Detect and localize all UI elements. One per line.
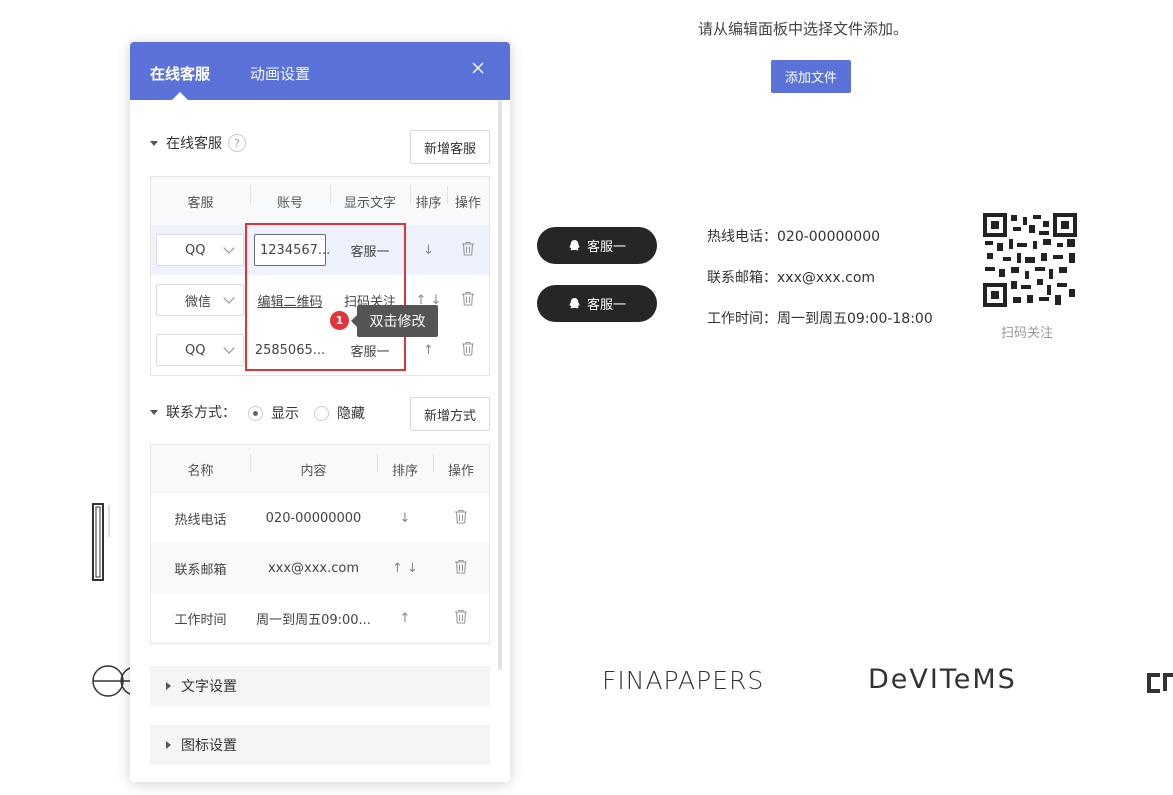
contact-table: 名称 内容 排序 操作 热线电话 020-00000000 ↓ 联系邮箱 xxx… — [150, 444, 490, 644]
sort-arrows[interactable]: ↑ — [410, 343, 447, 358]
icon-settings-section[interactable]: 图标设置 — [150, 725, 490, 765]
hide-radio[interactable]: 隐藏 — [314, 403, 365, 423]
radio-unchecked-icon — [314, 405, 329, 421]
qr-caption: 扫码关注 — [1001, 326, 1054, 341]
caret-down-icon — [150, 409, 158, 415]
hide-radio-label: 隐藏 — [337, 406, 365, 422]
qq-icon — [569, 239, 580, 250]
help-icon[interactable]: ? — [228, 134, 246, 152]
radio-checked-icon — [248, 405, 263, 421]
service-button-label: 客服一 — [586, 240, 626, 255]
contact-name[interactable]: 工作时间 — [151, 609, 250, 628]
caret-right-icon — [166, 682, 171, 690]
show-radio-label: 显示 — [271, 406, 299, 422]
preview-hotline: 热线电话：020-00000000 — [707, 229, 881, 245]
highlight-box — [245, 223, 406, 371]
step-badge: 1 — [330, 311, 349, 330]
tab-animation-settings[interactable]: 动画设置 — [250, 63, 310, 84]
chevron-down-icon — [223, 342, 235, 354]
trash-icon[interactable] — [461, 291, 475, 306]
brand-logo-partial-right — [1147, 673, 1173, 693]
col-sort: 排序 — [377, 453, 433, 479]
sort-arrows[interactable]: ↑ ↓ — [377, 561, 433, 576]
col-action: 操作 — [447, 185, 489, 211]
panel-header: 在线客服 动画设置 — [130, 42, 510, 100]
chevron-down-icon — [223, 242, 235, 254]
contact-section-label: 联系方式： — [166, 405, 236, 421]
contact-content[interactable]: xxx@xxx.com — [250, 561, 377, 576]
double-click-tooltip: 双击修改 — [357, 305, 438, 337]
preview-email: 联系邮箱：xxx@xxx.com — [707, 270, 876, 286]
col-account: 账号 — [250, 185, 330, 211]
sort-arrows[interactable]: ↑ — [377, 611, 433, 626]
decorative-frame — [92, 503, 110, 581]
text-settings-label: 文字设置 — [181, 679, 237, 695]
add-contact-button[interactable]: 新增方式 — [410, 397, 490, 431]
trash-icon[interactable] — [454, 509, 468, 524]
service-type-select[interactable]: QQ — [156, 234, 244, 266]
trash-icon[interactable] — [461, 341, 475, 356]
service-table-header: 客服 账号 显示文字 排序 操作 — [151, 177, 489, 225]
sort-arrows[interactable]: ↓ — [410, 243, 447, 258]
trash-icon[interactable] — [454, 559, 468, 574]
settings-panel: 在线客服 动画设置 在线客服 ? 新增客服 客服 账号 显示文字 排序 操作 Q… — [130, 42, 510, 782]
brand-logo-partial — [92, 665, 131, 697]
close-icon[interactable] — [470, 60, 486, 76]
brand-logo-finapapers: FINAPAPERS — [602, 666, 765, 695]
service-type-value: QQ — [185, 342, 206, 358]
contact-content[interactable]: 周一到周五09:00... — [250, 609, 377, 628]
active-tab-indicator — [172, 92, 188, 100]
service-button-1[interactable]: 客服一 — [537, 227, 657, 264]
contact-name[interactable]: 联系邮箱 — [151, 559, 250, 578]
qr-code-image — [983, 213, 1077, 307]
contact-row[interactable]: 工作时间 周一到周五09:00... ↑ — [151, 593, 489, 643]
contact-row[interactable]: 联系邮箱 xxx@xxx.com ↑ ↓ — [151, 543, 489, 593]
service-type-value: QQ — [185, 242, 206, 258]
contact-table-header: 名称 内容 排序 操作 — [151, 445, 489, 493]
contact-row[interactable]: 热线电话 020-00000000 ↓ — [151, 493, 489, 543]
trash-icon[interactable] — [461, 241, 475, 256]
add-file-button[interactable]: 添加文件 — [771, 60, 851, 93]
trash-icon[interactable] — [454, 609, 468, 624]
qq-icon — [569, 297, 580, 308]
icon-settings-label: 图标设置 — [181, 738, 237, 754]
chevron-down-icon — [223, 292, 235, 304]
preview-hours: 工作时间：周一到周五09:00-18:00 — [707, 311, 933, 327]
service-section-label: 在线客服 — [166, 136, 222, 152]
service-section-title[interactable]: 在线客服 ? — [150, 133, 246, 153]
sort-arrows[interactable]: ↓ — [377, 511, 433, 526]
col-display-text: 显示文字 — [330, 185, 410, 211]
caret-right-icon — [166, 741, 171, 749]
brand-logo-devitems: DeVITeMS — [868, 664, 1017, 695]
service-type-select[interactable]: QQ — [156, 334, 244, 366]
contact-content[interactable]: 020-00000000 — [250, 511, 377, 526]
tab-online-service[interactable]: 在线客服 — [150, 63, 210, 84]
service-type-select[interactable]: 微信 — [156, 284, 244, 316]
caret-down-icon — [150, 140, 158, 146]
col-action: 操作 — [433, 453, 489, 479]
show-radio[interactable]: 显示 — [248, 403, 299, 423]
service-type-value: 微信 — [185, 294, 212, 310]
col-service: 客服 — [187, 195, 214, 211]
add-service-button[interactable]: 新增客服 — [410, 130, 490, 164]
panel-scrollbar[interactable] — [498, 100, 502, 670]
service-button-label: 客服一 — [586, 298, 626, 313]
empty-hint: 请从编辑面板中选择文件添加。 — [698, 20, 909, 38]
col-name: 名称 — [187, 463, 214, 479]
col-content: 内容 — [250, 453, 377, 479]
contact-name[interactable]: 热线电话 — [151, 509, 250, 528]
service-button-2[interactable]: 客服一 — [537, 285, 657, 322]
contact-section-title[interactable]: 联系方式： — [150, 402, 236, 422]
text-settings-section[interactable]: 文字设置 — [150, 666, 490, 706]
col-sort: 排序 — [410, 185, 447, 211]
